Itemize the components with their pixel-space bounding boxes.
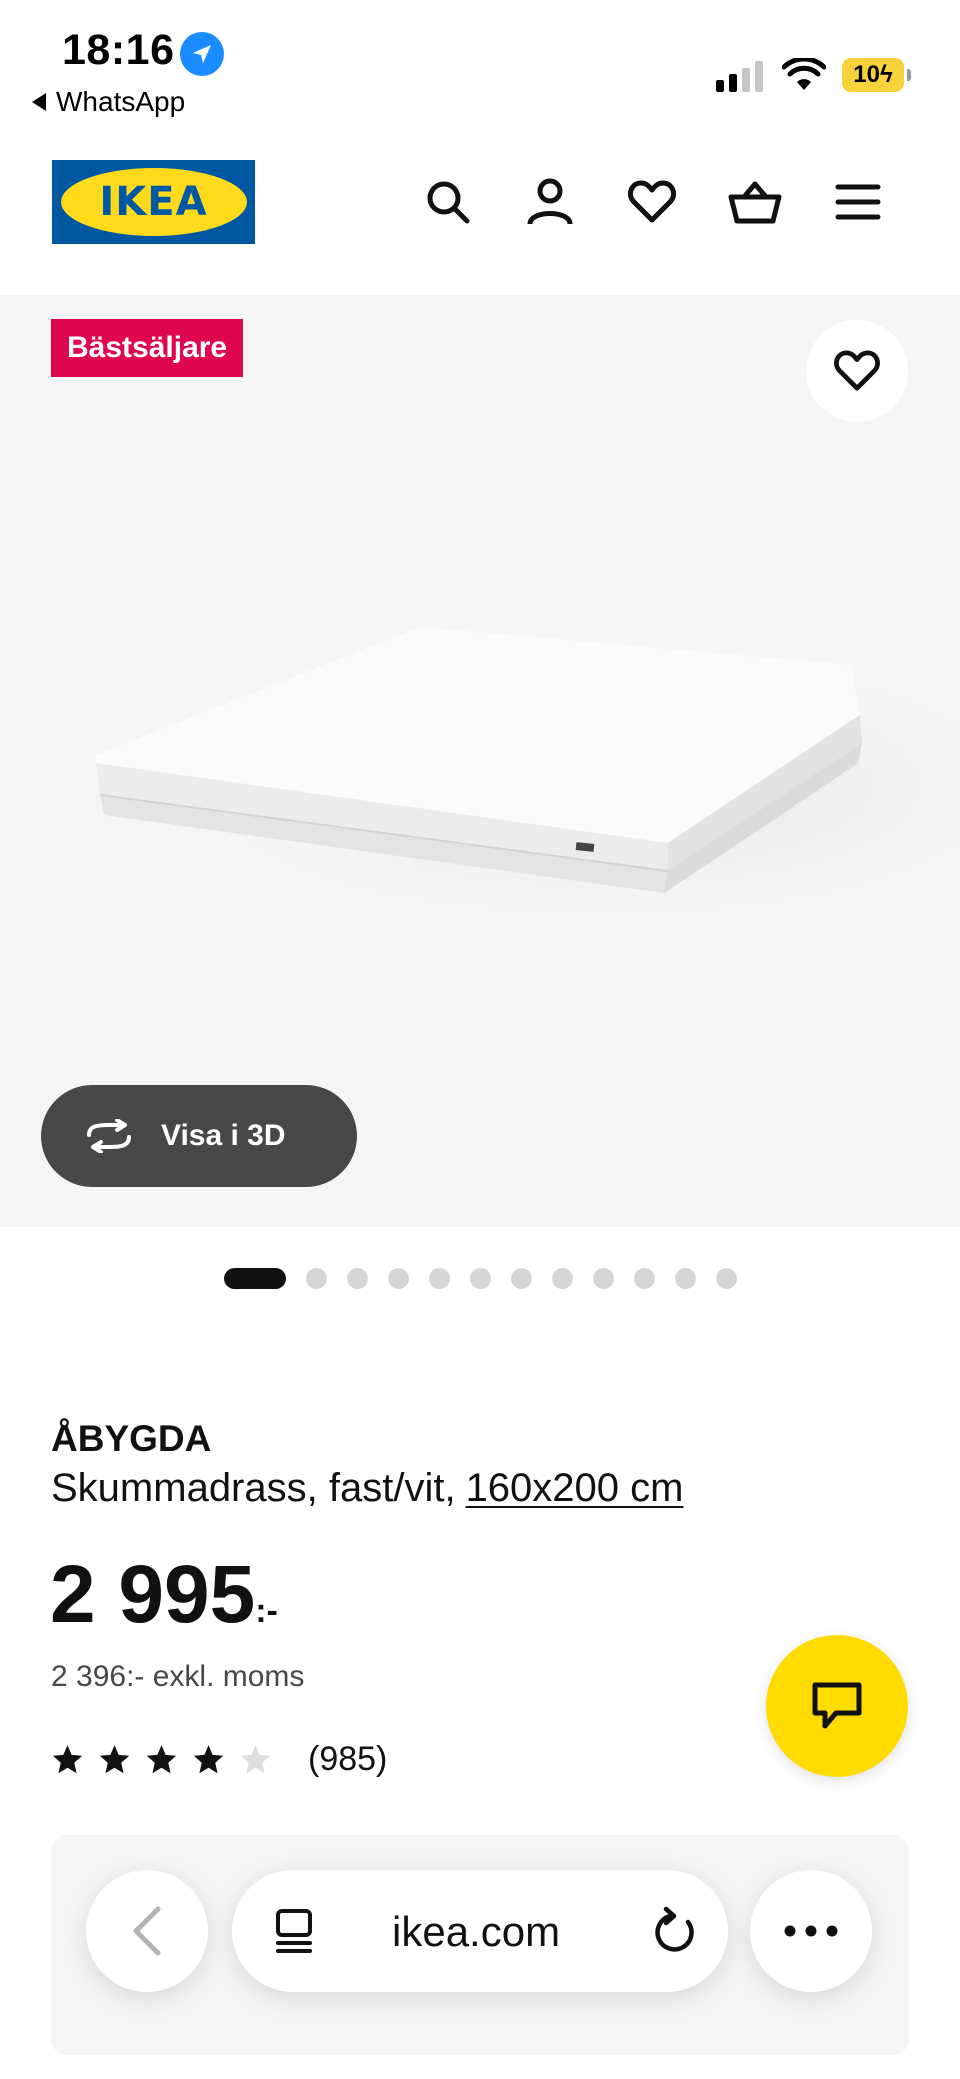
carousel-dot-active[interactable] (224, 1267, 286, 1289)
account-icon[interactable] (522, 174, 578, 230)
carousel-dot[interactable] (347, 1267, 368, 1289)
cellular-signal-icon (716, 60, 763, 92)
price-suffix: :- (255, 1592, 278, 1630)
product-type: Skummadrass, fast/vit, (51, 1466, 456, 1510)
view-in-3d-button[interactable]: Visa i 3D (41, 1085, 357, 1187)
menu-icon[interactable] (830, 174, 886, 230)
star-filled-icon (52, 1745, 83, 1774)
wifi-icon (782, 58, 826, 90)
product-description: Skummadrass, fast/vit, 160x200 cm (51, 1466, 683, 1511)
product-price: 2 995:- (50, 1548, 278, 1642)
charging-bolt-icon: ϟ (880, 61, 893, 88)
back-triangle-icon (32, 93, 46, 111)
back-to-app-link[interactable]: WhatsApp (32, 86, 185, 118)
rotate-3d-icon (87, 1119, 131, 1153)
chat-bubble-icon (812, 1682, 862, 1729)
carousel-dot[interactable] (675, 1267, 696, 1289)
carousel-dot[interactable] (716, 1267, 737, 1289)
size-selector-link[interactable]: 160x200 cm (466, 1466, 684, 1510)
browser-more-button[interactable] (750, 1870, 872, 1992)
carousel-dot[interactable] (429, 1267, 450, 1289)
location-arrow-icon (180, 32, 224, 76)
view-3d-label: Visa i 3D (161, 1119, 286, 1152)
cart-icon[interactable] (727, 174, 783, 230)
carousel-dot[interactable] (511, 1267, 532, 1289)
carousel-indicator[interactable] (224, 1267, 737, 1289)
carousel-dot[interactable] (306, 1267, 327, 1289)
favorite-button[interactable] (806, 320, 908, 422)
battery-indicator: 10 ϟ (842, 58, 911, 92)
bestseller-badge: Bästsäljare (51, 319, 244, 377)
logo-oval: IKEA (60, 168, 247, 236)
status-bar: 18:16 WhatsApp 10 ϟ (0, 0, 960, 130)
page-menu-icon[interactable] (272, 1908, 316, 1954)
carousel-dot[interactable] (593, 1267, 614, 1289)
carousel-dot[interactable] (634, 1267, 655, 1289)
chevron-left-icon (133, 1906, 161, 1956)
product-rating[interactable]: (985) (51, 1740, 387, 1779)
carousel-dot[interactable] (552, 1267, 573, 1289)
address-bar[interactable]: ikea.com (232, 1870, 728, 1992)
product-gallery[interactable]: Bästsäljare Visa i 3D (0, 295, 960, 1227)
status-time: 18:16 (62, 26, 175, 74)
battery-level: 10 (853, 61, 880, 88)
url-text[interactable]: ikea.com (392, 1908, 560, 1956)
chat-button[interactable] (766, 1635, 908, 1777)
ikea-logo[interactable]: IKEA (52, 160, 255, 244)
ellipsis-icon (784, 1925, 838, 1937)
price-value: 2 995 (50, 1549, 256, 1640)
star-filled-icon (193, 1745, 224, 1774)
star-empty-icon (240, 1745, 271, 1774)
browser-back-button[interactable] (86, 1870, 208, 1992)
heart-icon[interactable] (624, 174, 680, 230)
carousel-dot[interactable] (470, 1267, 491, 1289)
review-count[interactable]: (985) (308, 1740, 387, 1779)
star-filled-icon (99, 1745, 130, 1774)
site-header: IKEA (0, 130, 960, 295)
reload-icon[interactable] (652, 1906, 698, 1954)
star-filled-icon (146, 1745, 177, 1774)
search-icon[interactable] (420, 174, 476, 230)
product-name: ÅBYGDA (51, 1418, 212, 1459)
heart-outline-icon (834, 350, 880, 391)
logo-text: IKEA (99, 179, 208, 225)
price-excl-vat: 2 396:- exkl. moms (51, 1660, 305, 1693)
carousel-dot[interactable] (388, 1267, 409, 1289)
back-app-label: WhatsApp (56, 86, 186, 117)
